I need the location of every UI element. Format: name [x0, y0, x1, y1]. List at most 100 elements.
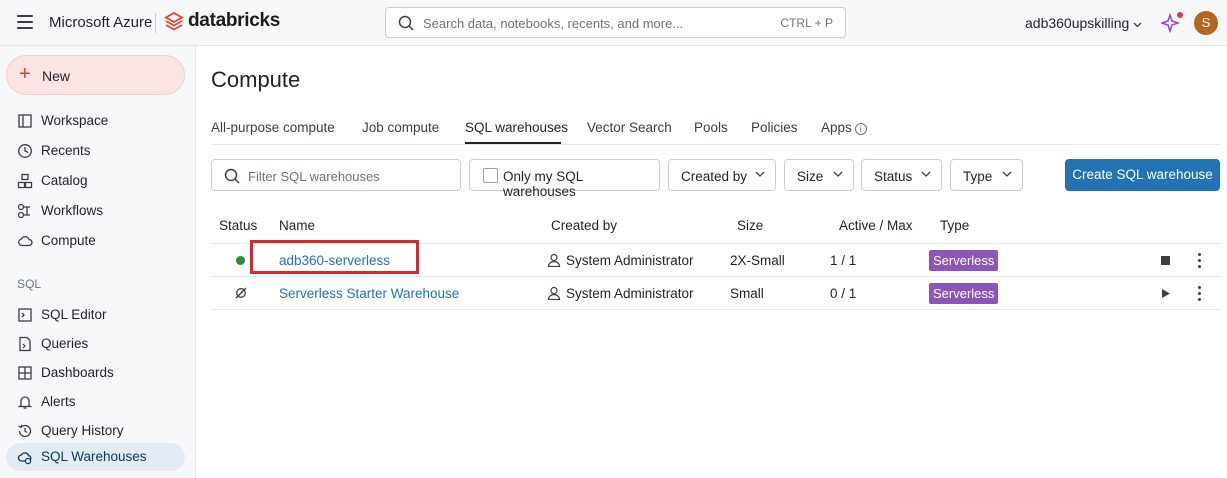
- tab-apps-label: Apps: [821, 120, 852, 135]
- notification-dot: [1177, 12, 1183, 18]
- workflows-icon: [17, 203, 30, 219]
- brand-microsoft-azure[interactable]: Microsoft Azure: [49, 14, 152, 31]
- sidebar-item-sql-editor[interactable]: SQL Editor: [6, 301, 185, 329]
- checkbox-box[interactable]: [483, 168, 498, 183]
- clock-icon: [18, 144, 32, 158]
- databricks-logo-icon: [164, 12, 184, 31]
- create-sql-warehouse-button[interactable]: Create SQL warehouse: [1065, 159, 1220, 191]
- tab-job-compute[interactable]: Job compute: [362, 120, 439, 135]
- chevron-down-icon: [1002, 171, 1012, 177]
- sidebar-item-label: Workflows: [41, 203, 104, 218]
- sidebar-item-label: SQL Warehouses: [41, 449, 147, 464]
- status-stopped-icon: [235, 287, 247, 299]
- table-row-divider: [211, 309, 1221, 310]
- dashboards-icon: [18, 366, 32, 380]
- created-by-cell: System Administrator: [566, 253, 694, 268]
- history-icon: [18, 424, 32, 438]
- created-by-cell: System Administrator: [566, 286, 694, 301]
- workspace-icon: [18, 114, 32, 128]
- column-header-active-max[interactable]: Active / Max: [839, 218, 913, 233]
- workspace-name: adb360upskilling: [1025, 15, 1130, 31]
- size-dropdown[interactable]: Size: [784, 159, 854, 191]
- filter-warehouses-input[interactable]: Filter SQL warehouses: [211, 159, 461, 191]
- tab-sql-warehouses[interactable]: SQL warehouses: [465, 120, 568, 135]
- sidebar-item-dashboards[interactable]: Dashboards: [6, 359, 185, 387]
- sql-editor-icon: [18, 308, 32, 322]
- search-icon: [398, 15, 414, 31]
- queries-icon: [19, 336, 31, 352]
- page-title: Compute: [211, 67, 301, 92]
- tab-pools[interactable]: Pools: [694, 120, 728, 135]
- brand-databricks[interactable]: databricks: [188, 10, 280, 32]
- active-count: 0: [830, 286, 838, 301]
- global-search[interactable]: Search data, notebooks, recents, and mor…: [385, 7, 846, 38]
- column-header-created-by[interactable]: Created by: [551, 218, 617, 233]
- workspace-switcher[interactable]: adb360upskilling: [1025, 15, 1142, 31]
- column-header-type[interactable]: Type: [940, 218, 969, 233]
- sidebar-item-alerts[interactable]: Alerts: [6, 388, 185, 416]
- sidebar-item-label: SQL Editor: [41, 307, 107, 322]
- sidebar-section-sql: SQL: [17, 277, 42, 291]
- more-actions-icon[interactable]: [1198, 286, 1202, 304]
- bell-icon: [17, 396, 33, 409]
- type-badge: Serverless: [929, 283, 999, 304]
- user-avatar[interactable]: S: [1194, 11, 1218, 35]
- chevron-down-icon: [755, 171, 765, 177]
- sidebar-item-compute[interactable]: Compute: [6, 227, 185, 255]
- stop-icon[interactable]: [1161, 256, 1170, 265]
- filter-placeholder: Filter SQL warehouses: [248, 169, 380, 184]
- max-count: 1: [848, 253, 857, 268]
- only-mine-checkbox[interactable]: Only my SQL warehouses: [469, 159, 660, 199]
- tabs-divider: [211, 144, 1221, 145]
- sidebar-item-label: Workspace: [41, 113, 109, 128]
- search-icon: [224, 168, 240, 184]
- info-icon: i: [854, 123, 867, 135]
- type-dropdown[interactable]: Type: [950, 159, 1023, 191]
- column-header-name[interactable]: Name: [279, 218, 315, 233]
- dropdown-label: Created by: [681, 169, 748, 184]
- created-by-dropdown[interactable]: Created by: [668, 159, 776, 191]
- catalog-icon: [17, 173, 33, 189]
- sidebar-item-catalog[interactable]: Catalog: [6, 167, 185, 195]
- type-badge: Serverless: [929, 250, 999, 271]
- sidebar-item-workspace[interactable]: Workspace: [6, 107, 185, 135]
- warehouse-icon: [17, 452, 32, 465]
- sidebar: + New Workspace Recents Catalog Workflow…: [0, 46, 196, 478]
- only-mine-label: Only my SQL warehouses: [503, 169, 583, 199]
- dropdown-label: Size: [797, 169, 824, 184]
- tab-all-purpose-compute[interactable]: All-purpose compute: [211, 120, 335, 135]
- status-dropdown[interactable]: Status: [861, 159, 942, 191]
- chevron-down-icon: [921, 171, 931, 177]
- more-actions-icon[interactable]: [1198, 253, 1202, 271]
- sidebar-item-query-history[interactable]: Query History: [6, 417, 185, 445]
- sidebar-item-recents[interactable]: Recents: [6, 137, 185, 165]
- sidebar-item-label: Recents: [41, 143, 91, 158]
- chevron-down-icon: [833, 171, 843, 177]
- highlight-annotation: [250, 240, 419, 274]
- play-icon[interactable]: [1162, 289, 1170, 298]
- sidebar-item-label: Catalog: [41, 173, 88, 188]
- tab-vector-search[interactable]: Vector Search: [587, 120, 672, 135]
- status-running-icon: [236, 256, 245, 265]
- sidebar-item-sql-warehouses[interactable]: SQL Warehouses: [6, 443, 185, 471]
- warehouse-name-link[interactable]: Serverless Starter Warehouse: [279, 286, 459, 301]
- tab-apps[interactable]: Apps i: [821, 120, 867, 135]
- active-max-cell: 0 / 1: [830, 286, 857, 301]
- sidebar-item-label: Queries: [41, 336, 89, 351]
- active-count: 1: [830, 253, 838, 268]
- column-header-status[interactable]: Status: [219, 218, 257, 233]
- new-button[interactable]: + New: [6, 55, 185, 95]
- sidebar-item-workflows[interactable]: Workflows: [6, 197, 185, 225]
- cloud-icon: [18, 235, 33, 247]
- menu-icon[interactable]: [17, 15, 33, 29]
- dropdown-label: Status: [874, 169, 913, 184]
- active-max-cell: 1 / 1: [830, 253, 857, 268]
- new-button-label: New: [42, 68, 71, 84]
- search-placeholder: Search data, notebooks, recents, and mor…: [423, 16, 684, 31]
- tab-policies[interactable]: Policies: [751, 120, 798, 135]
- top-bar: Microsoft Azure databricks Search data, …: [0, 0, 1227, 46]
- sidebar-item-queries[interactable]: Queries: [6, 330, 185, 358]
- column-header-size[interactable]: Size: [737, 218, 763, 233]
- max-count: 1: [848, 286, 857, 301]
- size-cell: Small: [730, 286, 764, 301]
